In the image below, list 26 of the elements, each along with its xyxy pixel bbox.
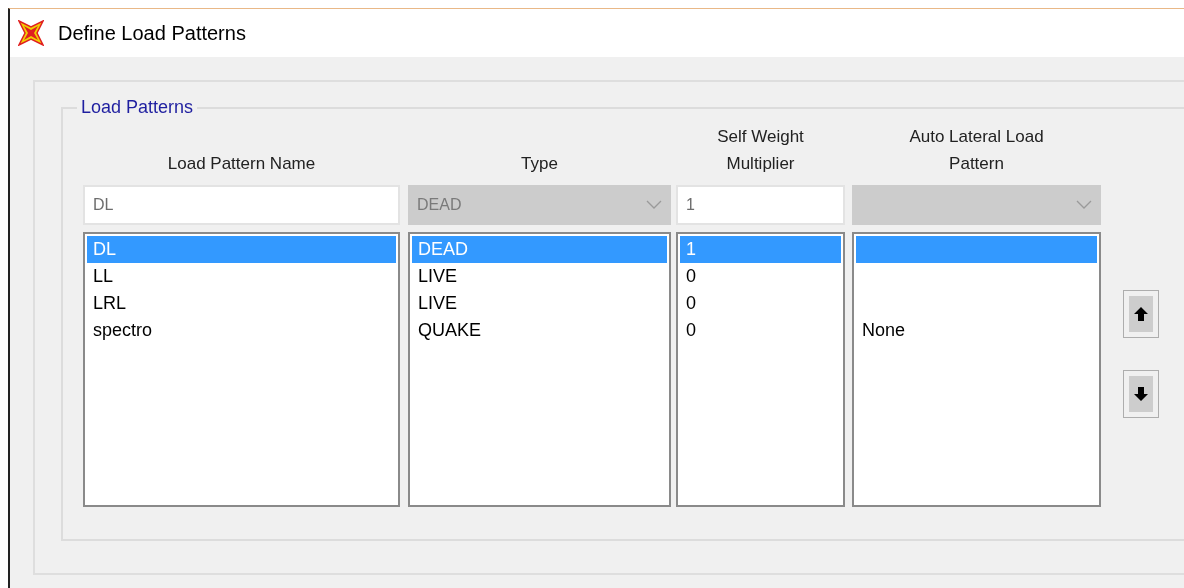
column-header: Type [520, 153, 559, 175]
column-header: Self Weight Multiplier [716, 126, 805, 175]
list-item[interactable]: QUAKE [412, 317, 667, 344]
list-item[interactable]: spectro [87, 317, 396, 344]
list-item[interactable]: 0 [680, 263, 841, 290]
list-item[interactable]: 0 [680, 290, 841, 317]
list-item[interactable]: None [856, 317, 1097, 344]
arrow-down-icon [1133, 386, 1149, 402]
list-item[interactable]: LL [87, 263, 396, 290]
move-down-button[interactable] [1123, 370, 1159, 418]
text-field[interactable]: 1 [676, 185, 845, 225]
chevron-down-icon [1076, 200, 1092, 210]
column-header: Auto Lateral Load Pattern [908, 126, 1045, 175]
list-item[interactable]: LIVE [412, 290, 667, 317]
window-title: Define Load Patterns [58, 21, 246, 46]
app-logo-icon [18, 20, 44, 46]
column-header: Load Pattern Name [166, 153, 317, 175]
list-item[interactable]: LRL [87, 290, 396, 317]
chevron-down-icon [646, 200, 662, 210]
list-item[interactable]: 0 [680, 317, 841, 344]
arrow-up-icon [1133, 306, 1149, 322]
text-field[interactable]: DL [83, 185, 400, 225]
group-title: Load Patterns [80, 96, 195, 119]
list-item[interactable]: LIVE [412, 263, 667, 290]
dropdown-value: DEAD [417, 195, 462, 215]
move-up-button[interactable] [1123, 290, 1159, 338]
